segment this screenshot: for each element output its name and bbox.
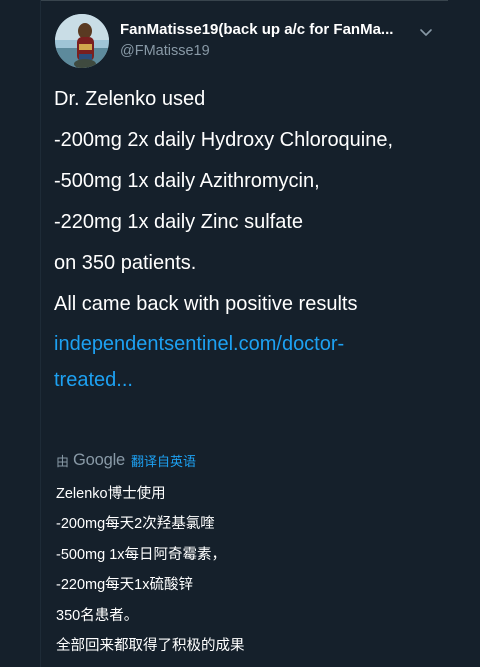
- translation-line: 350名患者。: [56, 607, 139, 624]
- thread-rule: [40, 0, 41, 667]
- translation-line: -500mg 1x每日阿奇霉素，: [56, 546, 227, 563]
- avatar-photo-icon: [55, 14, 109, 68]
- user-info[interactable]: FanMatisse19(back up a/c for FanMa... @F…: [120, 20, 420, 61]
- translation-line: -220mg每天1x硫酸锌: [56, 577, 193, 594]
- tweet-line: on 350 patients.: [54, 252, 197, 274]
- tweet-link-line[interactable]: treated...: [54, 362, 454, 398]
- translated-from-link[interactable]: 翻译自英语: [131, 451, 196, 470]
- google-logo: Google: [73, 450, 126, 469]
- translation-line: Zelenko博士使用: [56, 486, 166, 502]
- tweet-line: -200mg 2x daily Hydroxy Chloroquine,: [54, 129, 394, 151]
- translation-line: 全部回来都取得了积极的成果: [56, 637, 245, 654]
- tweet-body: Dr. Zelenko used -200mg 2x daily Hydroxy…: [54, 88, 454, 398]
- tweet-header: FanMatisse19(back up a/c for FanMa... @F…: [52, 12, 442, 72]
- by-label: 由: [56, 453, 70, 469]
- display-name[interactable]: FanMatisse19(back up a/c for FanMa...: [120, 20, 420, 40]
- tweet-line: Dr. Zelenko used: [54, 88, 206, 110]
- translated-text: Zelenko博士使用 -200mg每天2次羟基氯喹 -500mg 1x每日阿奇…: [56, 484, 436, 666]
- top-divider: [40, 0, 448, 1]
- user-handle[interactable]: @FMatisse19: [120, 41, 420, 61]
- translation-line: -200mg每天2次羟基氯喹: [56, 516, 215, 533]
- chevron-down-icon[interactable]: [416, 26, 436, 40]
- avatar[interactable]: [55, 14, 109, 68]
- tweet-line: All came back with positive results: [54, 293, 358, 315]
- tweet-link-line[interactable]: independentsentinel.com/doctor-: [54, 326, 454, 362]
- tweet-line: -500mg 1x daily Azithromycin,: [54, 170, 320, 192]
- translation-attribution: 由 Google 翻译自英语: [56, 450, 196, 470]
- tweet-line: -220mg 1x daily Zinc sulfate: [54, 211, 304, 233]
- tweet-link[interactable]: independentsentinel.com/doctor- treated.…: [54, 326, 454, 398]
